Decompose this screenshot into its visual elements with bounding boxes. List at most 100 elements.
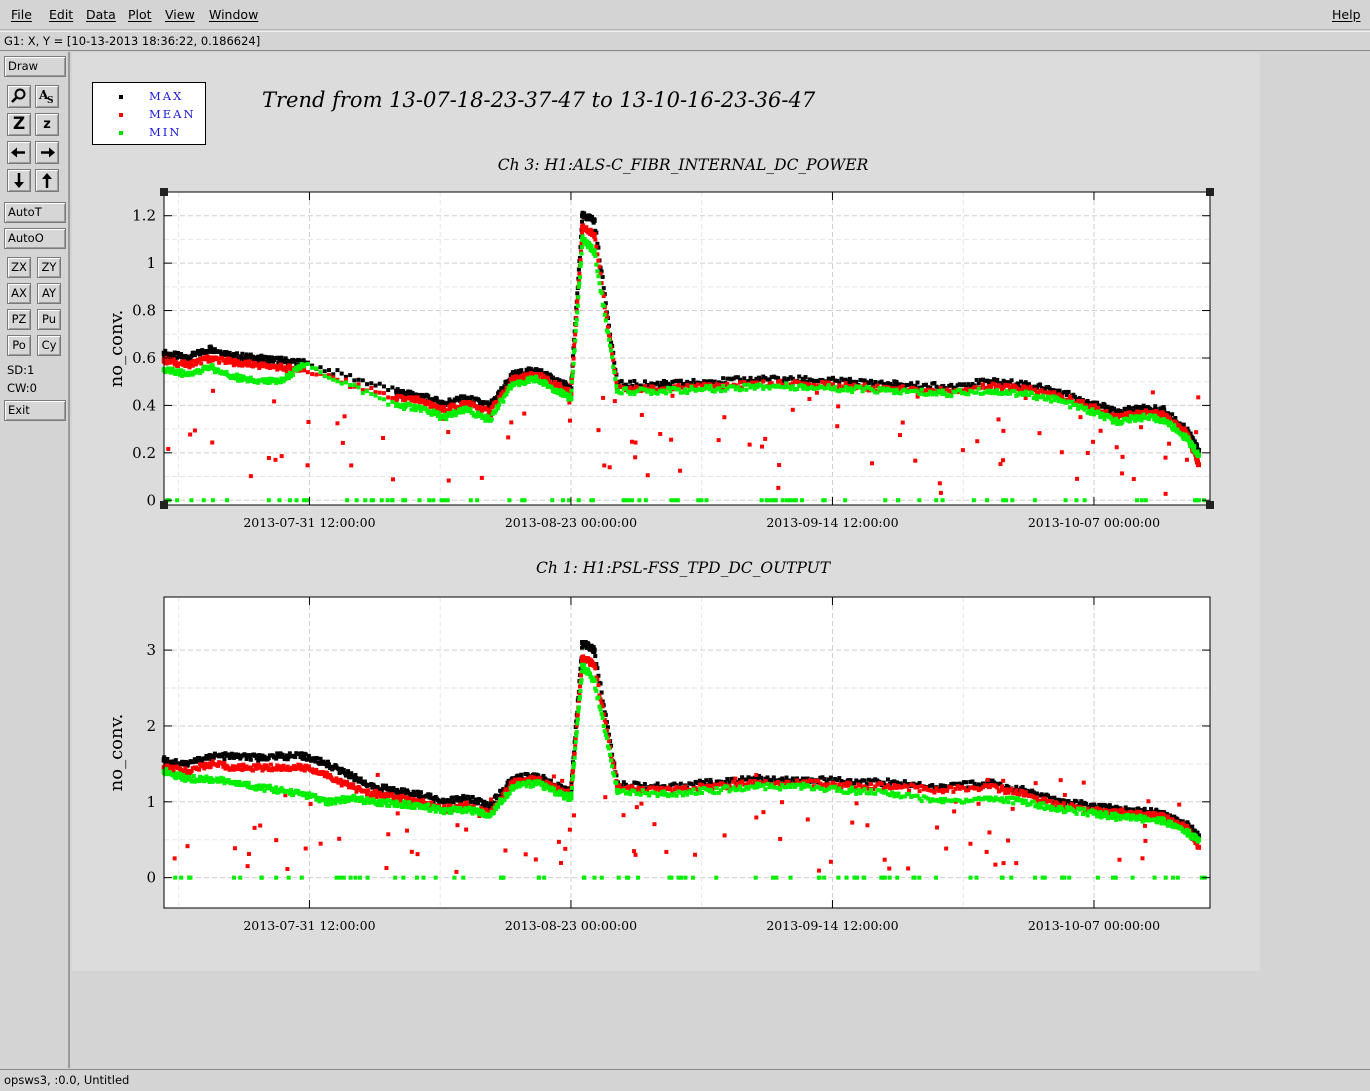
data-point-mean xyxy=(394,395,400,401)
data-point-max xyxy=(704,778,709,783)
data-point-min xyxy=(576,295,581,300)
data-point-mean xyxy=(596,428,601,433)
data-point-mean xyxy=(591,662,597,668)
autoo-button[interactable]: AutoO xyxy=(4,228,66,249)
data-point-min xyxy=(491,810,496,815)
data-point-max xyxy=(347,772,353,778)
data-point-mean xyxy=(210,388,215,393)
zx-button[interactable]: ZX xyxy=(7,257,31,278)
data-point-mean xyxy=(245,864,250,869)
data-point-mean xyxy=(273,457,278,462)
chart-ch3[interactable]: Ch 3: H1:ALS-C_FIBR_INTERNAL_DC_POWER00.… xyxy=(72,150,1260,530)
ay-button[interactable]: AY xyxy=(37,283,61,304)
exit-button[interactable]: Exit xyxy=(4,400,66,421)
zoom-out-button[interactable]: z xyxy=(35,113,59,136)
data-point-min xyxy=(1091,410,1097,416)
data-point-mean xyxy=(1142,823,1147,828)
data-point-min xyxy=(468,407,473,412)
data-point-mean xyxy=(1131,477,1136,482)
data-point-mean xyxy=(305,370,310,375)
data-point-min xyxy=(1196,452,1202,458)
data-point-max xyxy=(759,775,764,780)
menu-help[interactable]: Help xyxy=(1332,7,1361,22)
data-point-min xyxy=(934,498,939,503)
data-point-min xyxy=(417,498,422,503)
pan-right-button[interactable] xyxy=(35,141,59,164)
data-point-mean xyxy=(1196,462,1202,468)
data-point-min xyxy=(254,379,260,385)
data-point-min xyxy=(697,786,702,791)
data-point-min xyxy=(601,724,606,729)
data-point-mean xyxy=(252,825,257,830)
data-point-mean xyxy=(571,356,576,361)
data-point-max xyxy=(1190,824,1195,829)
data-point-mean xyxy=(763,436,768,441)
data-point-min xyxy=(356,385,361,390)
cy-button[interactable]: Cy xyxy=(37,335,61,356)
data-point-min xyxy=(604,736,609,741)
menu-edit[interactable]: Edit xyxy=(49,7,73,22)
data-point-min xyxy=(594,688,599,693)
menu-data[interactable]: Data xyxy=(86,7,116,22)
data-point-mean xyxy=(318,841,323,846)
data-point-mean xyxy=(440,407,446,413)
data-point-max xyxy=(655,781,660,786)
po-button[interactable]: Po xyxy=(7,335,31,356)
data-point-min xyxy=(843,384,848,389)
data-point-mean xyxy=(335,421,340,426)
data-point-min xyxy=(764,498,769,503)
data-point-mean xyxy=(1196,844,1202,850)
data-point-min xyxy=(572,761,577,766)
data-point-min xyxy=(277,498,282,503)
data-point-max xyxy=(369,381,374,386)
zoom-in-button[interactable]: Z xyxy=(7,113,31,136)
data-point-min xyxy=(390,498,395,503)
ax-button[interactable]: AX xyxy=(7,283,31,304)
data-point-mean xyxy=(377,390,382,395)
data-point-min xyxy=(379,803,384,808)
data-point-max xyxy=(1066,389,1071,394)
pan-left-button[interactable] xyxy=(7,141,31,164)
data-point-min xyxy=(575,717,580,722)
pz-button[interactable]: PZ xyxy=(7,309,31,330)
data-point-min xyxy=(365,389,370,394)
pu-button[interactable]: Pu xyxy=(37,309,61,330)
zy-button[interactable]: ZY xyxy=(37,257,61,278)
menu-view[interactable]: View xyxy=(165,7,195,22)
data-point-mean xyxy=(577,271,582,276)
data-point-min xyxy=(445,498,450,503)
x-tick-label: 2013-08-23 00:00:00 xyxy=(505,515,637,530)
data-point-max xyxy=(575,291,580,296)
pan-down-button[interactable] xyxy=(7,169,31,192)
draw-button[interactable]: Draw xyxy=(4,56,66,77)
data-point-mean xyxy=(463,400,469,406)
menu-plot[interactable]: Plot xyxy=(128,7,152,22)
pan-up-button[interactable] xyxy=(35,169,59,192)
data-point-min xyxy=(1114,419,1120,425)
chart-ch1[interactable]: Ch 1: H1:PSL-FSS_TPD_DC_OUTPUT01232013-0… xyxy=(72,555,1260,935)
menu-bar: File Edit Data Plot View Window Help xyxy=(0,0,1370,30)
data-point-min xyxy=(294,498,299,503)
data-point-max xyxy=(591,217,597,223)
data-point-mean xyxy=(634,805,639,810)
data-point-max xyxy=(318,365,323,370)
data-point-mean xyxy=(373,788,378,793)
autot-button[interactable]: AutoT xyxy=(4,202,66,223)
data-point-min xyxy=(184,372,190,378)
data-point-mean xyxy=(1014,861,1019,866)
data-point-min xyxy=(893,388,899,394)
data-point-mean xyxy=(305,463,310,468)
menu-file[interactable]: File xyxy=(11,7,32,22)
menu-window[interactable]: Window xyxy=(209,7,258,22)
data-point-min xyxy=(1001,498,1006,503)
data-point-min xyxy=(674,793,679,798)
data-point-mean xyxy=(1177,802,1182,807)
data-point-mean xyxy=(670,393,675,398)
data-point-mean xyxy=(754,815,759,820)
data-point-min xyxy=(501,399,506,404)
data-point-mean xyxy=(559,860,564,865)
data-point-mean xyxy=(932,790,937,795)
magnifier-tool-button[interactable] xyxy=(7,85,31,108)
data-point-mean xyxy=(1062,792,1067,797)
text-tool-button[interactable]: A S xyxy=(35,85,59,108)
